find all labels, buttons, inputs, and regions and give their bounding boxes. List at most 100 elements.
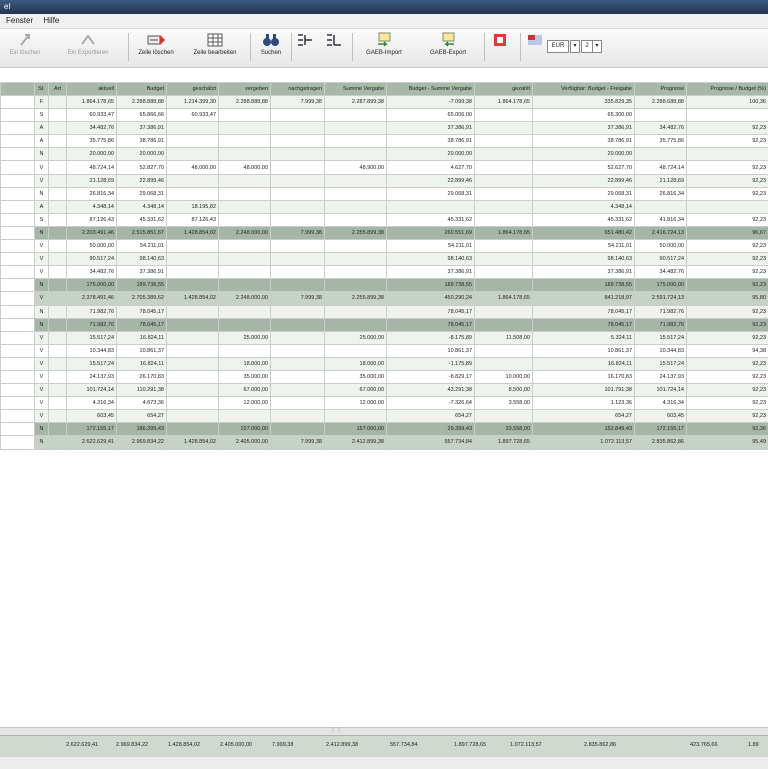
table-cell: [1, 253, 35, 266]
table-cell: 34.482,76: [635, 122, 687, 135]
chevron-down-icon[interactable]: ▾: [592, 40, 602, 53]
table-cell: 1.864.178,65: [475, 292, 533, 305]
table-cell: A: [35, 122, 49, 135]
table-row[interactable]: N26.816,3429.068,3129.068,3129.068,3126.…: [1, 187, 768, 200]
column-header[interactable]: [1, 83, 35, 96]
table-cell: V: [35, 174, 49, 187]
table-row[interactable]: V15.517,2416.824,1125.000,0025.000,00-8.…: [1, 331, 768, 344]
column-header[interactable]: Art: [49, 83, 67, 96]
column-header[interactable]: geschätzt: [167, 83, 219, 96]
table-cell: [687, 200, 768, 213]
table-cell: [167, 148, 219, 161]
table-cell: [325, 174, 387, 187]
column-header[interactable]: St.: [35, 83, 49, 96]
table-cell: 5.324,11: [533, 331, 635, 344]
table-row[interactable]: N172.155,17186.399,43157.000,00157.000,0…: [1, 423, 768, 436]
table-row[interactable]: S87.126,4345.331,6287.126,4345.331,6245.…: [1, 213, 768, 226]
table-row[interactable]: V101.724,14110.291,3867.000,0067.000,004…: [1, 384, 768, 397]
table-cell: [167, 384, 219, 397]
table-row[interactable]: A34.482,7637.386,9137.386,9137.386,9134.…: [1, 122, 768, 135]
search-button[interactable]: Suchen: [253, 31, 289, 63]
delete-row-button[interactable]: Zeile löschen: [131, 31, 181, 63]
table-cell: 92,23: [687, 253, 768, 266]
currency-icon-button[interactable]: [524, 31, 546, 63]
table-cell: [325, 213, 387, 226]
column-header[interactable]: nachgetragen: [271, 83, 325, 96]
table-cell: [271, 213, 325, 226]
table-row[interactable]: N2.622.629,412.969.834,221.428.854,022.4…: [1, 436, 768, 449]
edit-row-button[interactable]: Zeile bearbeiten: [185, 31, 245, 63]
table-row[interactable]: V34.482,7637.386,9137.386,9137.386,9134.…: [1, 266, 768, 279]
table-row[interactable]: V15.517,2416.824,1118.000,0018.000,00-1.…: [1, 357, 768, 370]
export-button[interactable]: Ein Exportieren: [52, 31, 124, 63]
table-cell: 16.170,83: [533, 370, 635, 383]
table-row[interactable]: V21.128,6922.899,4622.899,4622.899,4621.…: [1, 174, 768, 187]
table-cell: 78.045,17: [117, 305, 167, 318]
table-cell: N: [35, 305, 49, 318]
column-header[interactable]: Summe Vergabe: [325, 83, 387, 96]
table-row[interactable]: V90.517,2498.140,6398.140,6398.140,6390.…: [1, 253, 768, 266]
table-row[interactable]: V4.316,344.673,3612.000,0012.000,00-7.32…: [1, 397, 768, 410]
table-cell: 24.137,93: [67, 370, 117, 383]
indent-button[interactable]: [294, 31, 316, 63]
pdf-button[interactable]: [488, 31, 512, 63]
chevron-down-icon[interactable]: ▾: [570, 40, 580, 53]
table-row[interactable]: V603,45654,27654,27654,27603,4592,23: [1, 410, 768, 423]
table-cell: 78.045,17: [387, 318, 475, 331]
table-cell: [219, 318, 271, 331]
column-header[interactable]: vergeben: [219, 83, 271, 96]
table-row[interactable]: N20.000,0020.000,0020.000,0020.000,00: [1, 148, 768, 161]
insert-button[interactable]: Ein löschen: [2, 31, 48, 63]
table-cell: 67.000,00: [219, 384, 271, 397]
table-cell: [219, 344, 271, 357]
table-row[interactable]: N175.000,00189.738,55189.738,55189.738,5…: [1, 279, 768, 292]
table-row[interactable]: V48.724,1452.827,7048.000,0048.000,0048.…: [1, 161, 768, 174]
table-row[interactable]: F1.864.178,652.288.888,881.214.399,302.2…: [1, 96, 768, 109]
column-header[interactable]: Prognose / Budget (%): [687, 83, 768, 96]
menu-fenster[interactable]: Fenster: [0, 14, 37, 28]
table-cell: [325, 122, 387, 135]
table-row[interactable]: V10.344,8310.861,3710.861,3710.861,3710.…: [1, 344, 768, 357]
table-cell: 87.126,43: [167, 213, 219, 226]
table-cell: 2.255.899,38: [325, 226, 387, 239]
currency-select[interactable]: EUR: [547, 40, 569, 53]
column-header[interactable]: aktuell: [67, 83, 117, 96]
column-header[interactable]: Verfügbar: Budget - Freigabe: [533, 83, 635, 96]
table-cell: 22.899,46: [117, 174, 167, 187]
table-cell: [325, 109, 387, 122]
column-header[interactable]: gezahlt: [475, 83, 533, 96]
gaeb-import-button[interactable]: GAEB-Import: [356, 31, 412, 63]
table-row[interactable]: V50.000,0054.211,0154.211,0154.211,0150.…: [1, 240, 768, 253]
table-cell: 654,27: [387, 410, 475, 423]
table-cell: 15.517,24: [635, 357, 687, 370]
table-row[interactable]: N71.982,7678.045,1778.045,1778.045,1771.…: [1, 305, 768, 318]
table-cell: [635, 148, 687, 161]
table-cell: 2.835.862,86: [635, 436, 687, 449]
table-row[interactable]: A35.775,8638.786,9138.786,9138.786,9135.…: [1, 135, 768, 148]
table-cell: 4.627,70: [387, 161, 475, 174]
table-cell: 92,23: [687, 357, 768, 370]
table-cell: 2.378.491,46: [67, 292, 117, 305]
table-row[interactable]: N71.982,7678.045,1778.045,1778.045,1771.…: [1, 318, 768, 331]
table-cell: [49, 122, 67, 135]
gaeb-export-button[interactable]: GAEB-Export: [414, 31, 482, 63]
table-row[interactable]: V24.137,9326.170,8335.000,0035.000,00-8.…: [1, 370, 768, 383]
outdent-button[interactable]: [320, 31, 348, 63]
table-row[interactable]: A4.348,144.348,1418.195,824.348,14: [1, 200, 768, 213]
table-cell: 92,23: [687, 318, 768, 331]
table-cell: [387, 200, 475, 213]
column-header[interactable]: Budget - Summe Vergabe: [387, 83, 475, 96]
table-row[interactable]: N2.203.491,462.515.851,671.428.854,022.2…: [1, 226, 768, 239]
toolbar-separator: [352, 33, 353, 61]
footer-total: 557.734,84: [390, 742, 418, 748]
table-row[interactable]: S60.933,4765.866,6660.933,4765.006,0065.…: [1, 109, 768, 122]
table-cell: 2.705.389,62: [117, 292, 167, 305]
menu-hilfe[interactable]: Hilfe: [39, 14, 63, 28]
column-header[interactable]: Prognose: [635, 83, 687, 96]
table-cell: 18.000,00: [219, 357, 271, 370]
table-row[interactable]: V2.378.491,462.705.389,621.428.854,022.2…: [1, 292, 768, 305]
table-cell: 38.786,91: [387, 135, 475, 148]
column-header[interactable]: Budget: [117, 83, 167, 96]
table-cell: 90.517,24: [635, 253, 687, 266]
table-cell: [271, 135, 325, 148]
